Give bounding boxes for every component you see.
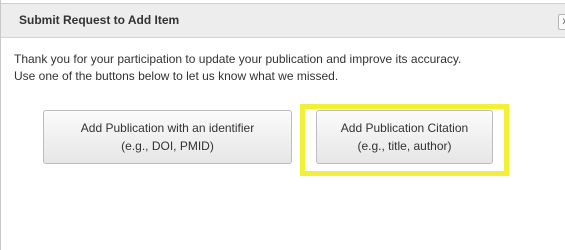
add-item-dialog: Submit Request to Add Item x Thank you f… <box>0 0 565 250</box>
dialog-title-bar: Submit Request to Add Item x <box>1 3 565 38</box>
close-button[interactable]: x <box>558 14 565 30</box>
message-line-1: Thank you for your participation to upda… <box>14 52 462 66</box>
citation-button-hint: (e.g., title, author) <box>357 139 452 153</box>
message-line-2: Use one of the buttons below to let us k… <box>14 69 339 83</box>
citation-button-label: Add Publication Citation <box>340 121 469 135</box>
dialog-title: Submit Request to Add Item <box>19 13 180 27</box>
add-publication-citation-button[interactable]: Add Publication Citation (e.g., title, a… <box>316 110 493 164</box>
add-publication-identifier-button[interactable]: Add Publication with an identifier (e.g.… <box>43 110 292 164</box>
identifier-button-hint: (e.g., DOI, PMID) <box>121 139 214 153</box>
dialog-message: Thank you for your participation to upda… <box>14 51 565 85</box>
identifier-button-label: Add Publication with an identifier <box>80 121 255 135</box>
